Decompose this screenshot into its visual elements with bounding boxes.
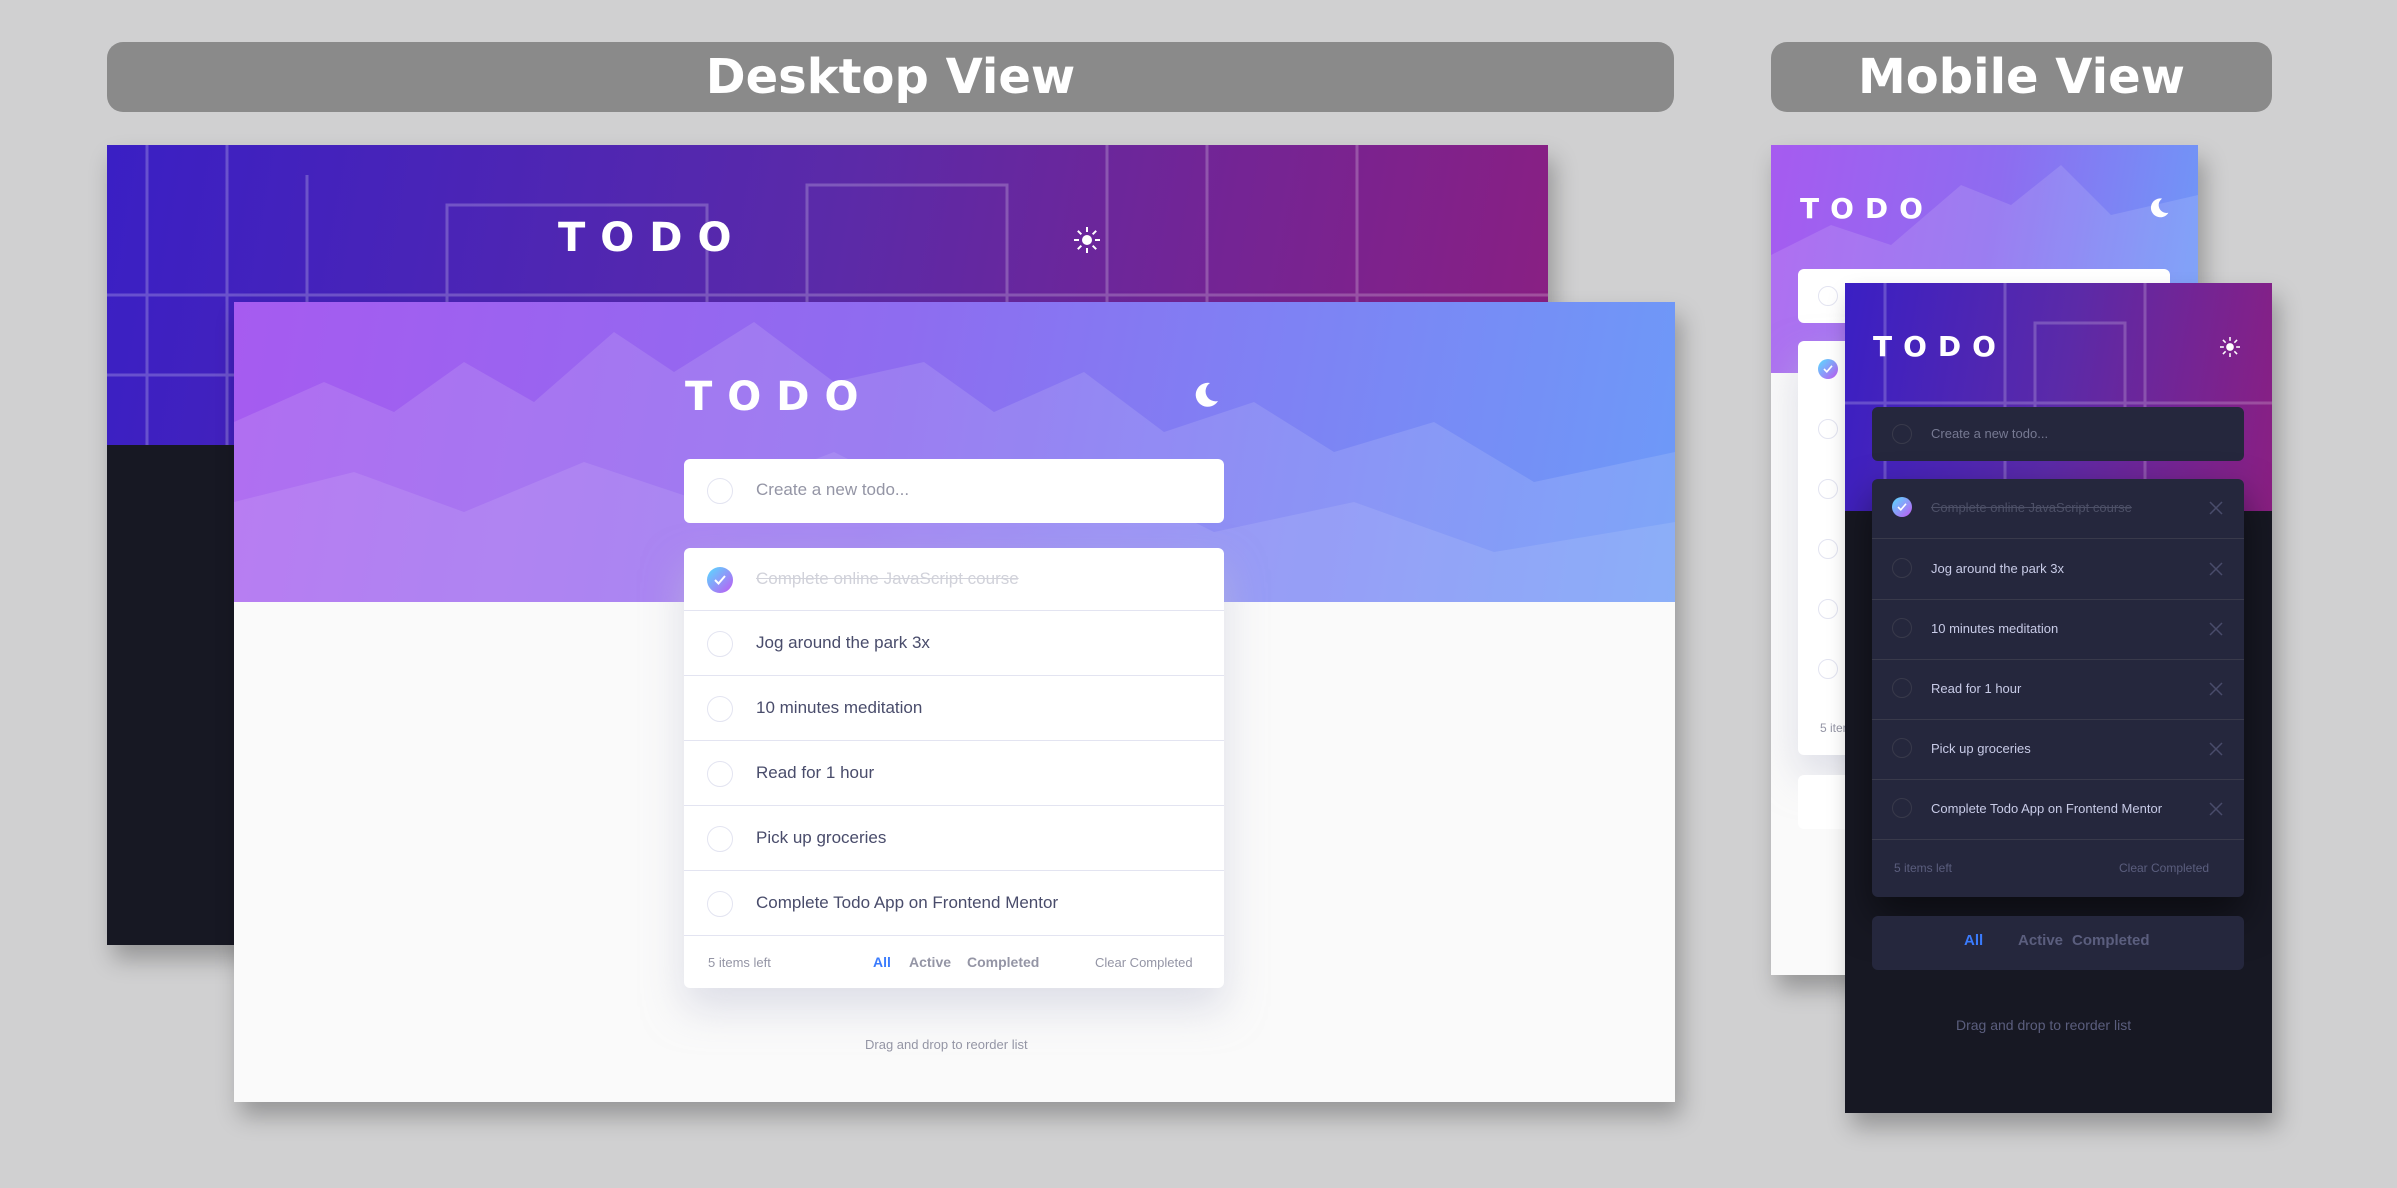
new-todo-circle[interactable] [1818, 286, 1838, 306]
todo-circle[interactable] [1818, 419, 1838, 439]
drag-hint: Drag and drop to reorder list [1956, 1017, 2132, 1033]
check-icon[interactable] [707, 567, 733, 593]
todo-circle[interactable] [1818, 599, 1838, 619]
moon-icon[interactable] [1191, 380, 1221, 410]
desktop-view-label: Desktop View [107, 42, 1674, 112]
items-left: 5 items left [1894, 861, 1953, 875]
todo-item[interactable]: Pick up groceries [1872, 720, 2244, 780]
new-todo-input[interactable]: Create a new todo... [684, 459, 1224, 523]
todo-circle[interactable] [707, 696, 733, 722]
new-todo-circle[interactable] [707, 478, 733, 504]
clear-completed-button[interactable]: Clear Completed [2119, 861, 2209, 875]
todo-text: Read for 1 hour [756, 763, 875, 782]
todo-item[interactable]: Complete Todo App on Frontend Mentor [1872, 780, 2244, 840]
clear-completed-button[interactable]: Clear Completed [1095, 955, 1193, 970]
filter-completed[interactable]: Completed [967, 954, 1039, 970]
filter-completed[interactable]: Completed [2072, 932, 2150, 949]
close-icon[interactable] [2209, 681, 2223, 700]
todo-circle[interactable] [707, 631, 733, 657]
logo: TODO [1873, 330, 2007, 363]
check-icon[interactable] [1892, 497, 1912, 517]
mobile-dark-frame: TODO Create a new todo... Complete onlin… [1845, 283, 2272, 1113]
mobile-view-label: Mobile View [1771, 42, 2272, 112]
todo-item[interactable]: Jog around the park 3x [1872, 540, 2244, 600]
todo-item[interactable]: Complete online JavaScript course [684, 548, 1224, 611]
sun-icon[interactable] [1072, 225, 1102, 255]
todo-item[interactable]: 10 minutes meditation [684, 677, 1224, 741]
desktop-light-frame: TODO Create a new todo... Complete onlin… [234, 302, 1675, 1102]
todo-text: Complete online JavaScript course [756, 569, 1019, 588]
todo-circle[interactable] [1818, 479, 1838, 499]
todo-list: Complete online JavaScript course Jog ar… [1872, 479, 2244, 897]
new-todo-placeholder: Create a new todo... [756, 480, 910, 499]
logo: TODO [558, 215, 747, 261]
todo-item[interactable]: Read for 1 hour [684, 742, 1224, 806]
filter-active[interactable]: Active [909, 954, 951, 970]
todo-circle[interactable] [1892, 738, 1912, 758]
todo-text: Complete Todo App on Frontend Mentor [1931, 801, 2163, 816]
todo-text: 10 minutes meditation [756, 698, 923, 717]
check-icon[interactable] [1818, 359, 1838, 379]
todo-circle[interactable] [707, 891, 733, 917]
filter-active[interactable]: Active [2018, 932, 2063, 949]
todo-text: Jog around the park 3x [756, 633, 930, 652]
close-icon[interactable] [2209, 801, 2223, 820]
new-todo-placeholder: Create a new todo... [1931, 426, 2049, 441]
todo-circle[interactable] [1892, 798, 1912, 818]
todo-text: 10 minutes meditation [1931, 621, 2059, 636]
new-todo-circle[interactable] [1892, 424, 1912, 444]
todo-circle[interactable] [707, 826, 733, 852]
todo-text: Pick up groceries [1931, 741, 2031, 756]
todo-text: Complete online JavaScript course [1931, 500, 2132, 515]
filter-all[interactable]: All [1964, 932, 1983, 949]
todo-text: Pick up groceries [756, 828, 887, 847]
new-todo-input[interactable]: Create a new todo... [1872, 407, 2244, 461]
todo-list: Complete online JavaScript course Jog ar… [684, 548, 1224, 988]
todo-item[interactable]: Pick up groceries [684, 807, 1224, 871]
sun-icon[interactable] [2218, 335, 2242, 359]
close-icon[interactable] [2209, 621, 2223, 640]
todo-circle[interactable] [707, 761, 733, 787]
close-icon[interactable] [2209, 741, 2223, 760]
filter-all[interactable]: All [873, 954, 891, 970]
todo-item[interactable]: Complete Todo App on Frontend Mentor [684, 872, 1224, 936]
todo-item[interactable]: 10 minutes meditation [1872, 600, 2244, 660]
todo-circle[interactable] [1818, 659, 1838, 679]
drag-hint: Drag and drop to reorder list [865, 1037, 1028, 1052]
todo-text: Read for 1 hour [1931, 681, 2022, 696]
logo: TODO [685, 374, 874, 420]
close-icon[interactable] [2209, 561, 2223, 580]
filter-bar: All Active Completed [1872, 916, 2244, 970]
todo-item[interactable]: Read for 1 hour [1872, 660, 2244, 720]
items-left: 5 items left [708, 955, 771, 970]
list-footer: 5 items left Clear Completed [1872, 841, 2244, 897]
moon-icon[interactable] [2146, 195, 2172, 221]
header-bg-dark [1845, 283, 2272, 511]
todo-circle[interactable] [1818, 539, 1838, 559]
todo-circle[interactable] [1892, 618, 1912, 638]
todo-item[interactable]: Jog around the park 3x [684, 612, 1224, 676]
todo-text: Jog around the park 3x [1931, 561, 2064, 576]
close-icon[interactable] [2209, 500, 2223, 519]
todo-circle[interactable] [1892, 558, 1912, 578]
todo-circle[interactable] [1892, 678, 1912, 698]
todo-text: Complete Todo App on Frontend Mentor [756, 893, 1059, 912]
logo: TODO [1800, 192, 1934, 225]
todo-item[interactable]: Complete online JavaScript course [1872, 479, 2244, 539]
list-footer: 5 items left All Active Completed Clear … [684, 937, 1224, 988]
